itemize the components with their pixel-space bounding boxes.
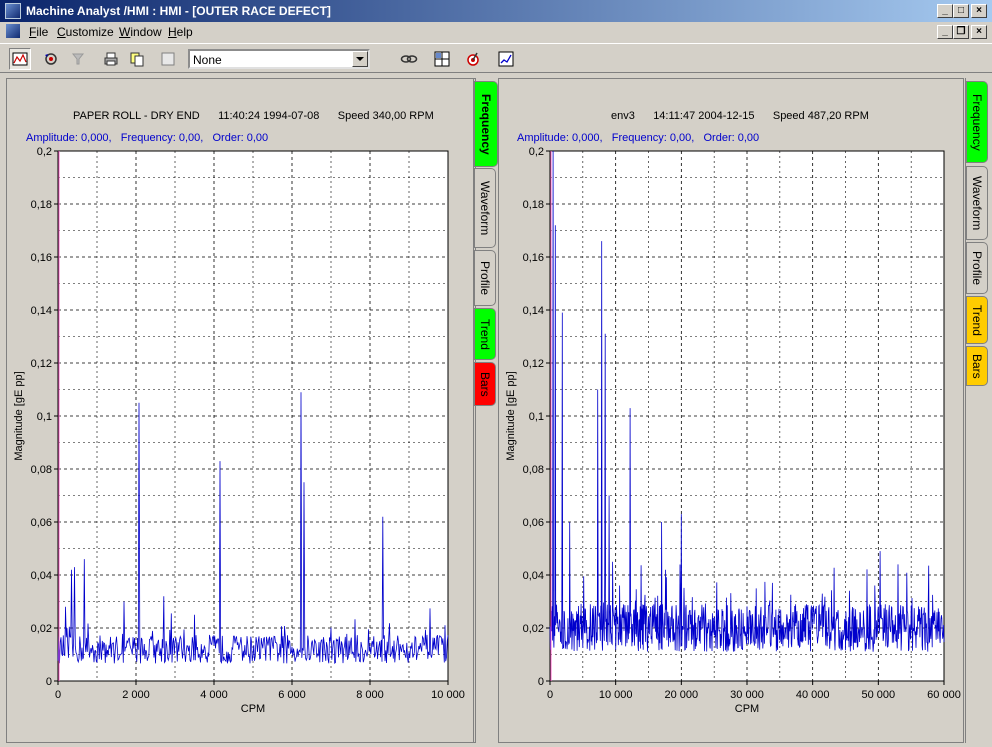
- x-tick-label: 60 000: [927, 689, 961, 701]
- left-tab-waveform[interactable]: Waveform: [474, 168, 496, 248]
- y-tick-label: 0,12: [523, 358, 544, 370]
- menu-file[interactable]: File: [29, 25, 48, 39]
- y-tick-label: 0,2: [37, 146, 52, 158]
- left-chart-title: PAPER ROLL - DRY END 11:40:24 1994-07-08…: [73, 110, 434, 122]
- right-spectrum-chart[interactable]: 0 0,02 0,04 0,06 0,08 0,1 0,12 0,14 0,16 0,18 0,2 0…: [502, 143, 962, 721]
- spectrum-view-icon[interactable]: [9, 48, 31, 70]
- y-tick-label: 0,02: [31, 623, 52, 635]
- right-tab-label: Bars: [970, 353, 984, 379]
- y-tick-label: 0,14: [523, 305, 544, 317]
- y-tick-label: 0,06: [523, 517, 544, 529]
- right-tab-label: Frequency: [970, 93, 984, 151]
- right-tab-label: Profile: [970, 250, 984, 285]
- left-spectrum-chart[interactable]: 0 0,02 0,04 0,06 0,08 0,1 0,12 0,14 0,16 0,18 0,2 0…: [10, 143, 472, 721]
- y-tick-label: 0,08: [31, 464, 52, 476]
- channel-select-value: None: [193, 53, 222, 67]
- x-tick-label: 10 000: [431, 689, 465, 701]
- left-tab-trend[interactable]: Trend: [474, 308, 496, 360]
- x-tick-label: 0: [547, 689, 553, 701]
- y-tick-label: 0,2: [529, 146, 544, 158]
- x-axis-label: CPM: [735, 703, 759, 715]
- copy-icon[interactable]: [126, 48, 148, 70]
- left-tab-profile[interactable]: Profile: [474, 250, 496, 306]
- y-tick-label: 0: [46, 676, 52, 688]
- target-icon[interactable]: [462, 48, 484, 70]
- close-button[interactable]: ×: [971, 4, 987, 18]
- y-tick-label: 0,18: [31, 199, 52, 211]
- link-icon[interactable]: [398, 48, 420, 70]
- left-tab-label: Trend: [478, 318, 492, 350]
- y-tick-label: 0,16: [523, 252, 544, 264]
- x-tick-label: 8 000: [356, 689, 384, 701]
- left-tab-frequency[interactable]: Frequency: [474, 81, 498, 167]
- rotate-icon[interactable]: [40, 48, 62, 70]
- y-tick-label: 0,12: [31, 358, 52, 370]
- right-tab-waveform[interactable]: Waveform: [966, 166, 988, 240]
- document-icon[interactable]: [6, 24, 20, 38]
- menu-customize[interactable]: Customize: [57, 25, 114, 39]
- right-tab-trend[interactable]: Trend: [966, 296, 988, 344]
- y-tick-label: 0,04: [31, 570, 52, 582]
- right-tab-label: Trend: [970, 304, 984, 336]
- y-tick-label: 0,08: [523, 464, 544, 476]
- y-tick-label: 0,02: [523, 623, 544, 635]
- y-tick-label: 0,14: [31, 305, 52, 317]
- x-tick-label: 40 000: [796, 689, 830, 701]
- x-tick-label: 20 000: [665, 689, 699, 701]
- left-tab-label: Bars: [478, 371, 492, 397]
- left-tab-label: Profile: [478, 260, 492, 295]
- y-axis-label: Magnitude [gE pp]: [505, 371, 517, 460]
- printer-icon[interactable]: [100, 48, 122, 70]
- right-tab-frequency[interactable]: Frequency: [966, 81, 988, 163]
- minimize-button[interactable]: _: [937, 4, 953, 18]
- x-tick-label: 50 000: [862, 689, 896, 701]
- window-title: Machine Analyst /HMI : HMI - [OUTER RACE…: [26, 4, 331, 18]
- grid-layout-icon[interactable]: [431, 48, 453, 70]
- x-tick-label: 2 000: [122, 689, 150, 701]
- maximize-button[interactable]: □: [953, 4, 969, 18]
- y-axis-label: Magnitude [gE pp]: [13, 371, 25, 460]
- left-tab-label: Waveform: [478, 180, 492, 236]
- app-icon[interactable]: [5, 3, 21, 19]
- y-tick-label: 0,04: [523, 570, 544, 582]
- chart-icon[interactable]: [495, 48, 517, 70]
- right-tab-label: Waveform: [970, 175, 984, 231]
- channel-select[interactable]: None: [188, 49, 370, 69]
- y-tick-label: 0,1: [37, 411, 52, 423]
- y-tick-label: 0: [538, 676, 544, 688]
- chevron-down-icon[interactable]: [352, 51, 368, 67]
- x-tick-label: 30 000: [730, 689, 764, 701]
- menu-window[interactable]: Window: [119, 25, 162, 39]
- right-tab-bars[interactable]: Bars: [966, 346, 988, 386]
- doc-close-button[interactable]: ×: [971, 25, 987, 39]
- x-tick-label: 4 000: [200, 689, 228, 701]
- x-tick-label: 6 000: [278, 689, 306, 701]
- x-tick-label: 0: [55, 689, 61, 701]
- x-axis-label: CPM: [241, 703, 265, 715]
- right-chart-title: env3 14:11:47 2004-12-15 Speed 487,20 RP…: [611, 110, 869, 122]
- title-bar: Machine Analyst /HMI : HMI - [OUTER RACE…: [0, 0, 992, 22]
- y-tick-label: 0,1: [529, 411, 544, 423]
- left-tab-bars[interactable]: Bars: [474, 362, 496, 406]
- doc-minimize-button[interactable]: _: [937, 25, 953, 39]
- y-tick-label: 0,06: [31, 517, 52, 529]
- menu-help[interactable]: Help: [168, 25, 193, 39]
- y-tick-label: 0,18: [523, 199, 544, 211]
- doc-restore-button[interactable]: ❐: [953, 25, 969, 39]
- blank-icon[interactable]: [157, 48, 179, 70]
- y-tick-label: 0,16: [31, 252, 52, 264]
- filter-icon[interactable]: [67, 48, 89, 70]
- left-tab-label: Frequency: [479, 93, 493, 155]
- x-tick-label: 10 000: [599, 689, 633, 701]
- right-tab-profile[interactable]: Profile: [966, 242, 988, 294]
